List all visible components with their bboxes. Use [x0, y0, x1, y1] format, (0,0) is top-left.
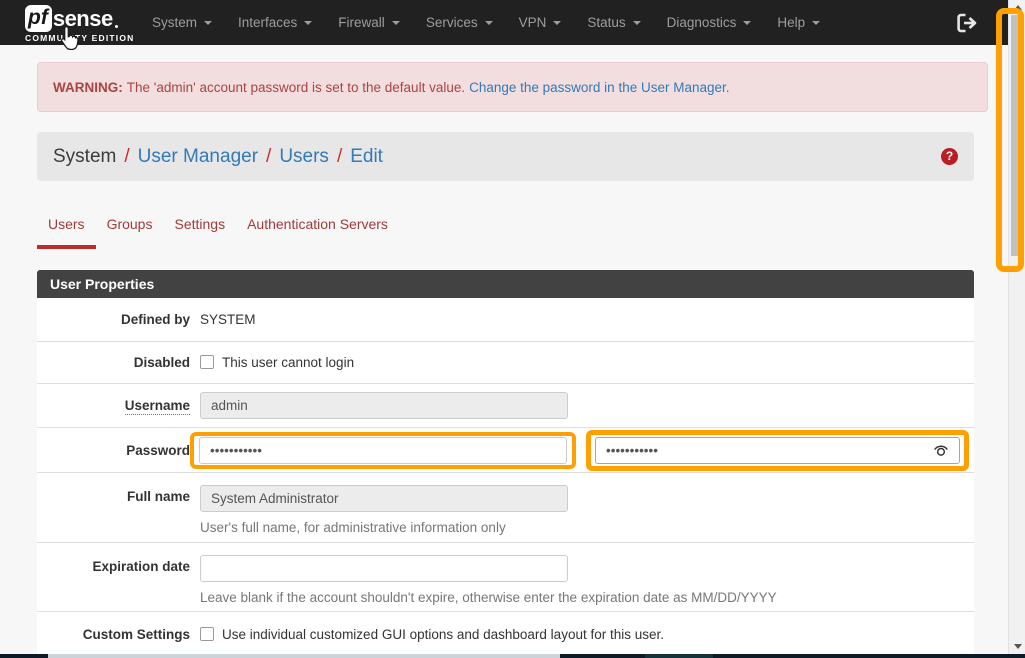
breadcrumb: System / User Manager / Users / Edit ?	[37, 132, 974, 181]
chevron-down-icon	[392, 21, 400, 25]
breadcrumb-separator: /	[266, 146, 271, 168]
breadcrumb-users[interactable]: Users	[279, 146, 329, 168]
highlight-annotation-password	[190, 432, 576, 469]
scrollbar-down-arrow[interactable]	[1009, 639, 1025, 653]
menu-diagnostics[interactable]: Diagnostics	[654, 0, 765, 45]
expiration-date-label: Expiration date	[37, 543, 190, 611]
row-username: Username	[37, 384, 974, 428]
top-navbar: pf sense COMMUNITY EDITION System Interf…	[0, 0, 1008, 45]
warning-banner: WARNING: The 'admin' account password is…	[37, 62, 988, 112]
reveal-password-icon[interactable]	[932, 443, 950, 458]
chevron-down-icon	[812, 21, 820, 25]
row-full-name: Full name User's full name, for administ…	[37, 473, 974, 543]
breadcrumb-root: System	[53, 146, 116, 168]
chevron-down-icon	[633, 21, 641, 25]
row-custom-settings: Custom Settings Use individual customize…	[37, 612, 974, 656]
tab-users[interactable]: Users	[37, 206, 96, 249]
expiration-date-field[interactable]	[200, 555, 568, 582]
logo-pf-badge: pf	[25, 5, 52, 32]
pfsense-logo[interactable]: pf sense COMMUNITY EDITION	[25, 5, 137, 43]
warning-message: The 'admin' account password is set to t…	[127, 80, 465, 95]
tab-authentication-servers[interactable]: Authentication Servers	[236, 206, 399, 249]
triangle-up-icon	[1014, 5, 1022, 10]
scrollbar[interactable]	[1008, 0, 1025, 655]
tab-groups[interactable]: Groups	[96, 206, 164, 249]
full-name-field	[200, 485, 568, 512]
warning-link[interactable]: Change the password in the User Manager.	[469, 80, 729, 95]
menu-system[interactable]: System	[139, 0, 225, 45]
password-confirm-field[interactable]	[595, 437, 960, 464]
menu-services[interactable]: Services	[413, 0, 506, 45]
menu-status[interactable]: Status	[574, 0, 653, 45]
menu-interfaces[interactable]: Interfaces	[225, 0, 325, 45]
logo-registered-dot	[115, 25, 118, 28]
tab-bar: Users Groups Settings Authentication Ser…	[37, 206, 399, 249]
logout-icon[interactable]	[956, 13, 978, 36]
username-field	[200, 392, 568, 419]
disabled-checkbox[interactable]	[200, 355, 214, 369]
triangle-down-icon	[1014, 644, 1022, 649]
row-defined-by: Defined by SYSTEM	[37, 298, 974, 342]
warning-prefix: WARNING:	[53, 80, 123, 95]
help-icon[interactable]: ?	[941, 148, 958, 165]
chevron-down-icon	[304, 21, 312, 25]
disabled-label: Disabled	[37, 355, 190, 370]
username-label: Username	[125, 398, 190, 415]
custom-settings-label: Custom Settings	[37, 627, 190, 642]
defined-by-label: Defined by	[37, 312, 190, 327]
breadcrumb-separator: /	[124, 146, 129, 168]
breadcrumb-separator: /	[337, 146, 342, 168]
breadcrumb-user-manager[interactable]: User Manager	[138, 146, 258, 168]
logo-sense-text: sense	[53, 6, 113, 32]
panel-title: User Properties	[37, 270, 974, 298]
custom-settings-option-label: Use individual customized GUI options an…	[222, 627, 664, 642]
row-password: Password	[37, 428, 974, 473]
full-name-label: Full name	[37, 473, 190, 542]
menu-help[interactable]: Help	[764, 0, 833, 45]
menu-vpn[interactable]: VPN	[506, 0, 575, 45]
logo-edition-text: COMMUNITY EDITION	[25, 33, 137, 43]
row-expiration-date: Expiration date Leave blank if the accou…	[37, 543, 974, 612]
password-label: Password	[37, 443, 190, 458]
chevron-down-icon	[553, 21, 561, 25]
chevron-down-icon	[204, 21, 212, 25]
menu-firewall[interactable]: Firewall	[325, 0, 413, 45]
row-disabled: Disabled This user cannot login	[37, 342, 974, 384]
password-field[interactable]	[199, 437, 567, 464]
breadcrumb-edit[interactable]: Edit	[350, 146, 383, 168]
chevron-down-icon	[743, 21, 751, 25]
expiration-date-help: Leave blank if the account shouldn't exp…	[200, 590, 959, 605]
highlight-annotation-password-confirm	[586, 430, 969, 471]
tab-settings[interactable]: Settings	[163, 206, 236, 249]
full-name-help: User's full name, for administrative inf…	[200, 520, 959, 535]
disabled-option-label: This user cannot login	[222, 355, 354, 370]
bottom-edge-artifact	[0, 654, 1025, 658]
defined-by-value: SYSTEM	[190, 312, 974, 327]
chevron-down-icon	[485, 21, 493, 25]
user-properties-panel: User Properties Defined by SYSTEM Disabl…	[37, 270, 974, 656]
main-menu: System Interfaces Firewall Services VPN …	[139, 0, 833, 45]
custom-settings-checkbox[interactable]	[200, 627, 214, 641]
scrollbar-up-arrow[interactable]	[1009, 0, 1025, 14]
scrollbar-thumb[interactable]	[1011, 15, 1024, 256]
